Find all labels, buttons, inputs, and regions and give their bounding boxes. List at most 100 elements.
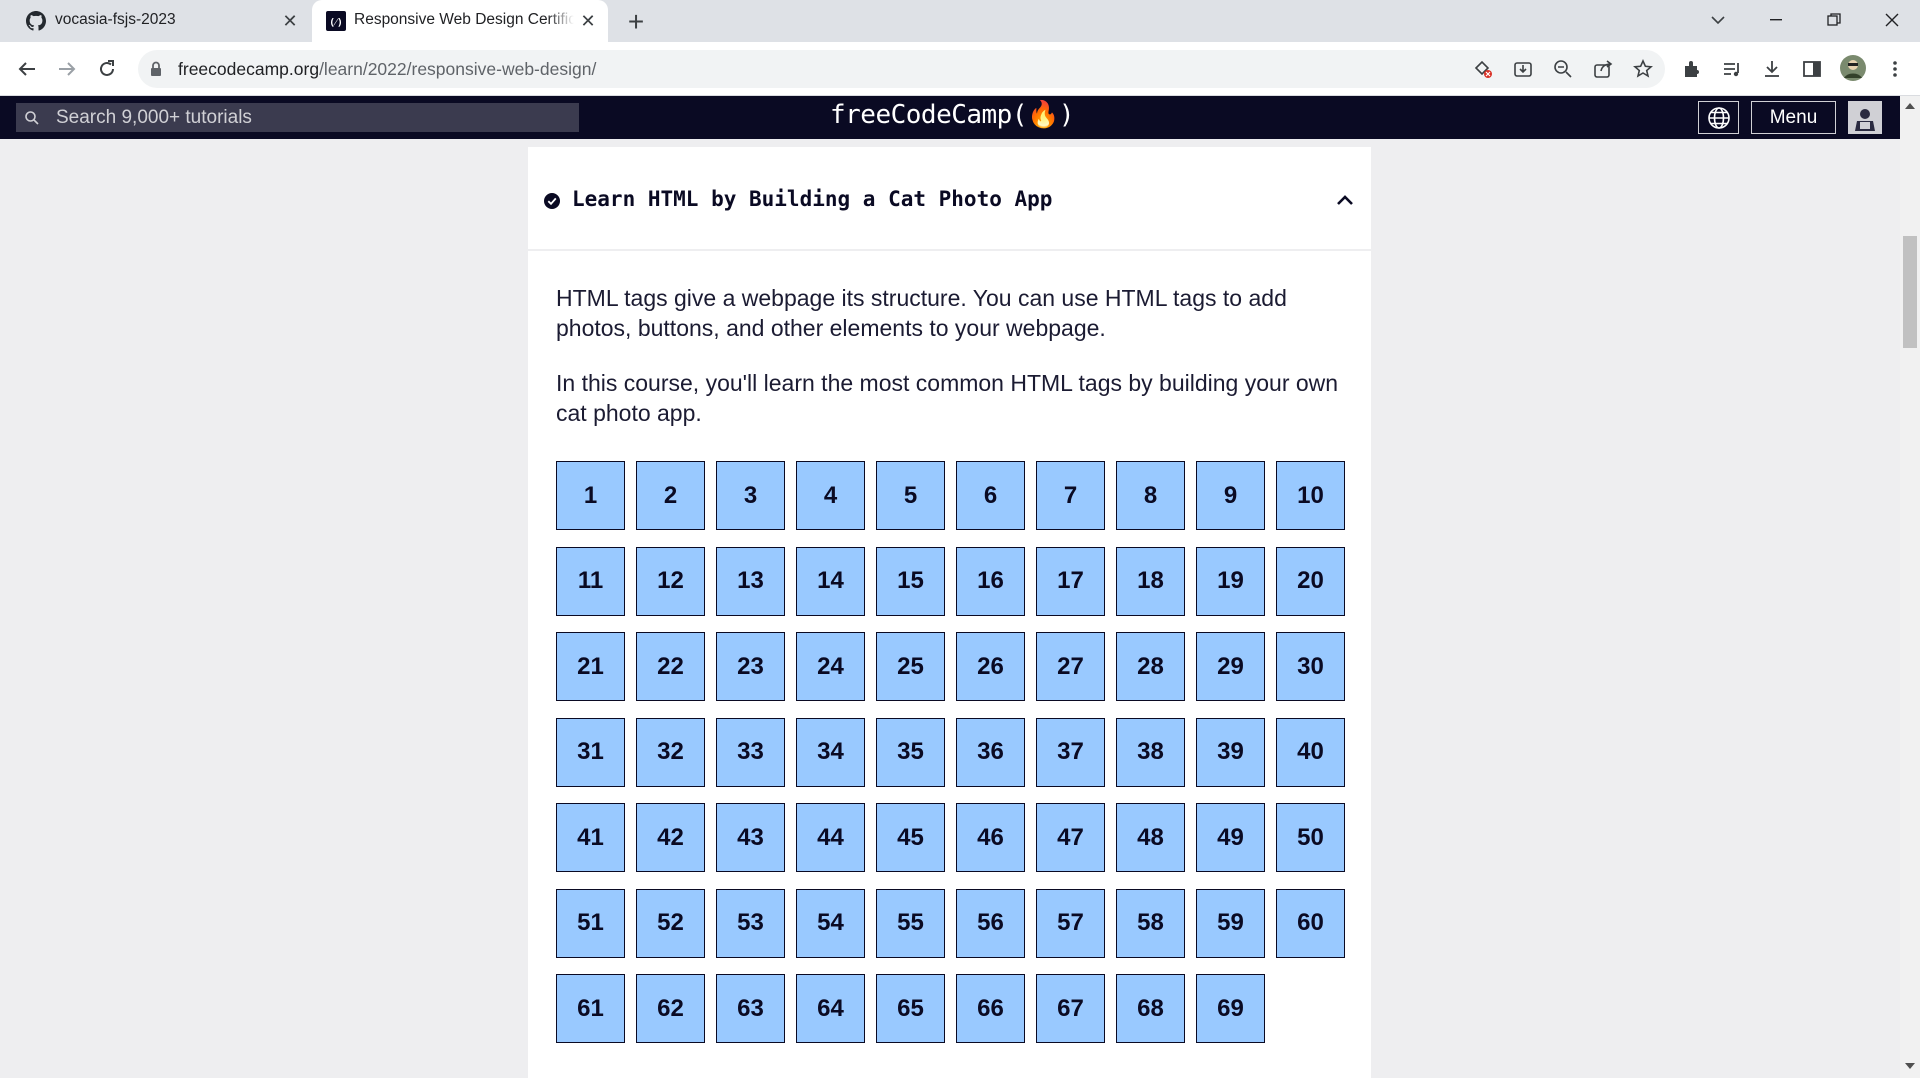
challenge-step-button[interactable]: 60 [1276, 888, 1345, 958]
chevron-up-icon[interactable] [1336, 193, 1354, 207]
challenge-step-button[interactable]: 56 [956, 888, 1025, 958]
challenge-step-button[interactable]: 42 [636, 803, 705, 872]
challenge-step-button[interactable]: 57 [1036, 888, 1105, 958]
more-options-icon[interactable] [1880, 54, 1910, 84]
restore-window-button[interactable] [1806, 0, 1862, 40]
challenge-step-button[interactable]: 22 [636, 632, 705, 701]
challenge-step-button[interactable]: 37 [1036, 717, 1105, 787]
challenge-step-button[interactable]: 66 [956, 974, 1025, 1043]
scroll-up-arrow-icon[interactable] [1905, 102, 1915, 110]
blocked-content-icon[interactable] [1468, 54, 1498, 84]
challenge-step-button[interactable]: 54 [796, 888, 865, 958]
challenge-step-button[interactable]: 25 [876, 632, 945, 701]
challenge-step-button[interactable]: 5 [876, 461, 945, 530]
challenge-step-button[interactable]: 36 [956, 717, 1025, 787]
profile-avatar-icon[interactable] [1838, 53, 1868, 83]
challenge-step-button[interactable]: 35 [876, 717, 945, 787]
browser-tab-github[interactable]: vocasia-fsjs-2023 ✕ [0, 0, 312, 42]
challenge-step-button[interactable]: 19 [1196, 546, 1265, 616]
challenge-step-button[interactable]: 26 [956, 632, 1025, 701]
extensions-icon[interactable] [1677, 54, 1707, 84]
challenge-step-button[interactable]: 17 [1036, 546, 1105, 616]
challenge-step-button[interactable]: 31 [556, 717, 625, 787]
install-app-icon[interactable] [1508, 54, 1538, 84]
challenge-step-button[interactable]: 50 [1276, 803, 1345, 872]
challenge-step-button[interactable]: 52 [636, 888, 705, 958]
forward-arrow-icon[interactable] [52, 54, 82, 84]
challenge-step-button[interactable]: 63 [716, 974, 785, 1043]
page-scrollbar[interactable] [1900, 96, 1920, 1078]
challenge-step-button[interactable]: 16 [956, 546, 1025, 616]
challenge-step-button[interactable]: 38 [1116, 717, 1185, 787]
back-arrow-icon[interactable] [12, 54, 42, 84]
challenge-step-button[interactable]: 12 [636, 546, 705, 616]
challenge-step-button[interactable]: 53 [716, 888, 785, 958]
challenge-step-button[interactable]: 27 [1036, 632, 1105, 701]
language-button[interactable] [1698, 101, 1739, 134]
challenge-step-button[interactable]: 8 [1116, 461, 1185, 530]
scrollbar-thumb[interactable] [1903, 236, 1917, 348]
scroll-down-arrow-icon[interactable] [1905, 1062, 1915, 1070]
block-header-toggle[interactable]: Learn HTML by Building a Cat Photo App [528, 147, 1371, 251]
challenge-step-button[interactable]: 28 [1116, 632, 1185, 701]
challenge-step-button[interactable]: 15 [876, 546, 945, 616]
challenge-step-button[interactable]: 14 [796, 546, 865, 616]
challenge-step-button[interactable]: 51 [556, 888, 625, 958]
challenge-step-button[interactable]: 46 [956, 803, 1025, 872]
challenge-step-button[interactable]: 33 [716, 717, 785, 787]
challenge-step-button[interactable]: 61 [556, 974, 625, 1043]
challenge-step-button[interactable]: 47 [1036, 803, 1105, 872]
challenge-step-button[interactable]: 30 [1276, 632, 1345, 701]
lock-icon[interactable] [150, 61, 162, 77]
challenge-step-button[interactable]: 64 [796, 974, 865, 1043]
reload-icon[interactable] [92, 54, 122, 84]
challenge-step-button[interactable]: 39 [1196, 717, 1265, 787]
challenge-step-button[interactable]: 18 [1116, 546, 1185, 616]
bookmark-star-icon[interactable] [1628, 54, 1658, 84]
challenge-step-button[interactable]: 41 [556, 803, 625, 872]
challenge-step-button[interactable]: 32 [636, 717, 705, 787]
challenge-step-button[interactable]: 34 [796, 717, 865, 787]
challenge-step-button[interactable]: 59 [1196, 888, 1265, 958]
address-bar[interactable]: freecodecamp.org/learn/2022/responsive-w… [138, 50, 1665, 88]
challenge-step-button[interactable]: 67 [1036, 974, 1105, 1043]
challenge-step-button[interactable]: 58 [1116, 888, 1185, 958]
challenge-step-button[interactable]: 3 [716, 461, 785, 530]
user-avatar[interactable] [1848, 101, 1882, 134]
challenge-step-button[interactable]: 20 [1276, 546, 1345, 616]
freecodecamp-logo[interactable]: freeCodeCamp(🔥) [830, 100, 1075, 130]
challenge-step-button[interactable]: 68 [1116, 974, 1185, 1043]
challenge-step-button[interactable]: 11 [556, 546, 625, 616]
menu-button[interactable]: Menu [1751, 101, 1836, 134]
challenge-step-button[interactable]: 6 [956, 461, 1025, 530]
challenge-step-button[interactable]: 55 [876, 888, 945, 958]
challenge-step-button[interactable]: 13 [716, 546, 785, 616]
tab-search-icon[interactable] [1690, 0, 1746, 40]
challenge-step-button[interactable]: 7 [1036, 461, 1105, 530]
challenge-step-button[interactable]: 23 [716, 632, 785, 701]
media-control-icon[interactable] [1717, 54, 1747, 84]
challenge-step-button[interactable]: 69 [1196, 974, 1265, 1043]
challenge-step-button[interactable]: 29 [1196, 632, 1265, 701]
new-tab-button[interactable]: + [622, 6, 650, 37]
challenge-step-button[interactable]: 65 [876, 974, 945, 1043]
close-window-button[interactable] [1864, 0, 1920, 40]
close-tab-icon[interactable]: ✕ [578, 11, 598, 31]
challenge-step-button[interactable]: 44 [796, 803, 865, 872]
close-tab-icon[interactable]: ✕ [280, 11, 300, 31]
side-panel-icon[interactable] [1797, 54, 1827, 84]
downloads-icon[interactable] [1757, 54, 1787, 84]
challenge-step-button[interactable]: 1 [556, 461, 625, 530]
challenge-step-button[interactable]: 21 [556, 632, 625, 701]
challenge-step-button[interactable]: 45 [876, 803, 945, 872]
challenge-step-button[interactable]: 48 [1116, 803, 1185, 872]
challenge-step-button[interactable]: 49 [1196, 803, 1265, 872]
minimize-window-button[interactable] [1748, 0, 1804, 40]
search-input[interactable]: Search 9,000+ tutorials [16, 103, 579, 132]
challenge-step-button[interactable]: 10 [1276, 461, 1345, 530]
challenge-step-button[interactable]: 62 [636, 974, 705, 1043]
zoom-icon[interactable] [1548, 54, 1578, 84]
challenge-step-button[interactable]: 43 [716, 803, 785, 872]
share-icon[interactable] [1588, 54, 1618, 84]
challenge-step-button[interactable]: 2 [636, 461, 705, 530]
